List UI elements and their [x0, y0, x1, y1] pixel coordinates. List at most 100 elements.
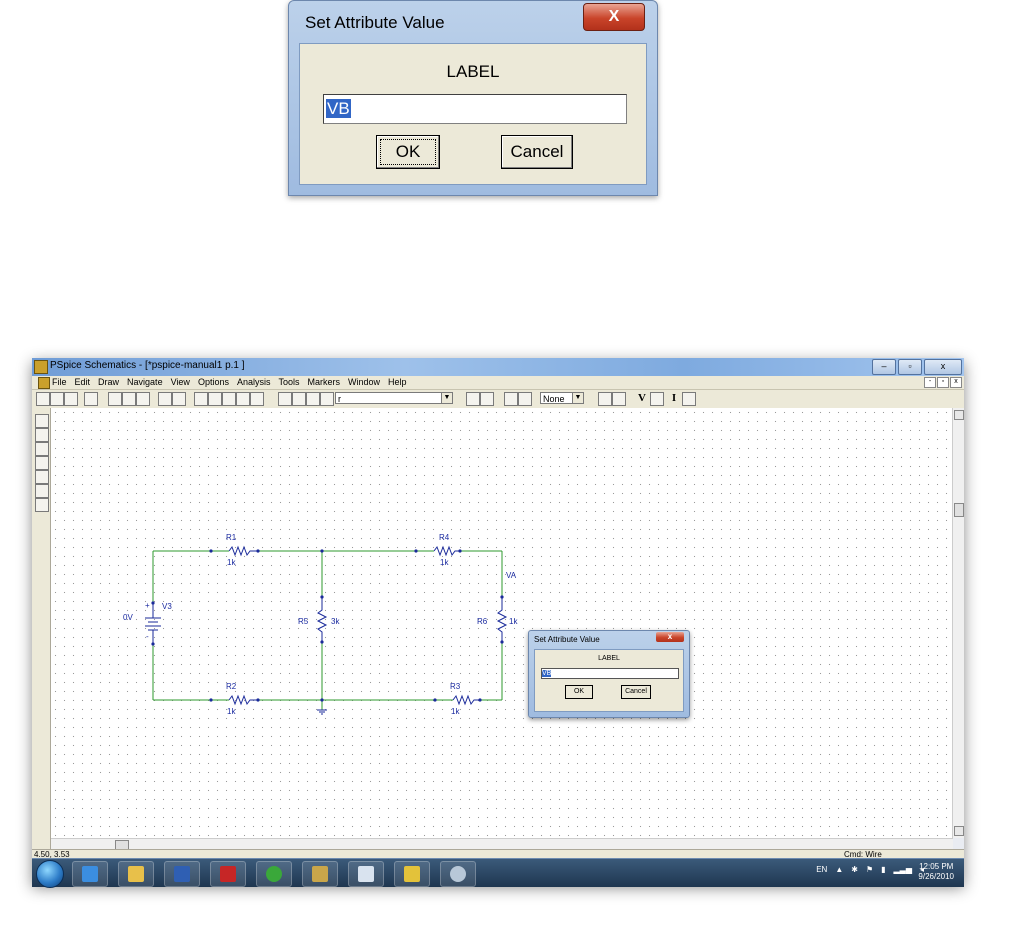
- insert-picture-icon[interactable]: [35, 498, 49, 512]
- taskbar-app-green[interactable]: [256, 861, 292, 887]
- draw-wire-icon[interactable]: [278, 392, 292, 406]
- vertical-scrollbar[interactable]: [952, 408, 964, 838]
- zoom-area-icon[interactable]: [236, 392, 250, 406]
- draw-bus-icon[interactable]: [292, 392, 306, 406]
- simulate-icon[interactable]: [518, 392, 532, 406]
- probe-icon[interactable]: [598, 392, 612, 406]
- polarity-minus: -: [146, 632, 149, 641]
- setup-analysis-icon[interactable]: [504, 392, 518, 406]
- zoom-fit-icon[interactable]: [250, 392, 264, 406]
- small-label-input[interactable]: VB: [541, 668, 679, 679]
- small-ok-button[interactable]: OK: [565, 685, 593, 699]
- marker-option-icon[interactable]: [682, 392, 696, 406]
- menu-window[interactable]: Window: [348, 377, 380, 387]
- draw-arc-icon[interactable]: [35, 456, 49, 470]
- draw-line-icon[interactable]: [35, 414, 49, 428]
- menu-options[interactable]: Options: [198, 377, 229, 387]
- minimize-button[interactable]: –: [872, 359, 896, 375]
- menu-file[interactable]: File: [52, 377, 67, 387]
- network-icon[interactable]: ▮: [881, 865, 885, 874]
- resistor-r3: [452, 694, 480, 706]
- flag-icon[interactable]: ⚑: [866, 865, 873, 874]
- signal-icon[interactable]: ▂▃▅: [894, 865, 912, 874]
- close-button[interactable]: X: [583, 3, 645, 31]
- mdi-close-button[interactable]: x: [950, 377, 962, 388]
- current-marker-button[interactable]: I: [668, 392, 680, 404]
- resistor-r1: [228, 545, 258, 557]
- scroll-up-arrow[interactable]: [954, 410, 964, 420]
- scroll-down-arrow[interactable]: [954, 826, 964, 836]
- dialog-title: Set Attribute Value: [305, 13, 445, 32]
- paste-icon[interactable]: [136, 392, 150, 406]
- draw-box-icon[interactable]: [35, 428, 49, 442]
- cancel-button[interactable]: Cancel: [501, 135, 573, 169]
- probe-window-icon[interactable]: [612, 392, 626, 406]
- zoom-out-icon[interactable]: [222, 392, 236, 406]
- menu-draw[interactable]: Draw: [98, 377, 119, 387]
- clock[interactable]: 12:05 PM 9/26/2010: [918, 862, 954, 882]
- start-button[interactable]: [36, 860, 64, 888]
- small-selected-text: VB: [542, 670, 552, 677]
- value-r1: 1k: [227, 558, 236, 567]
- menu-help[interactable]: Help: [388, 377, 407, 387]
- taskbar-pspice[interactable]: [394, 861, 430, 887]
- set-attribute-dialog: Set Attribute Value x LABEL VB OK Cancel: [528, 630, 690, 718]
- taskbar-acrobat[interactable]: [210, 861, 246, 887]
- none-combo-value: None: [543, 394, 565, 404]
- save-icon[interactable]: [64, 392, 78, 406]
- get-part-icon[interactable]: [320, 392, 334, 406]
- place-text-icon[interactable]: [35, 470, 49, 484]
- new-icon[interactable]: [36, 392, 50, 406]
- taskbar-app-calendar[interactable]: [348, 861, 384, 887]
- zoomed-dialog: Set Attribute Value X LABEL VB OK Cancel: [288, 0, 658, 196]
- taskbar-explorer[interactable]: [118, 861, 154, 887]
- menu-tools[interactable]: Tools: [278, 377, 299, 387]
- ok-button[interactable]: OK: [376, 135, 440, 169]
- taskbar-ie[interactable]: [72, 861, 108, 887]
- label-input[interactable]: VB: [323, 94, 627, 124]
- redo-icon[interactable]: [172, 392, 186, 406]
- mdi-restore-button[interactable]: ▫: [937, 377, 949, 388]
- menu-view[interactable]: View: [171, 377, 190, 387]
- bluetooth-icon[interactable]: ✱: [851, 865, 858, 874]
- label-v3: V3: [162, 602, 172, 611]
- cut-icon[interactable]: [108, 392, 122, 406]
- undo-icon[interactable]: [158, 392, 172, 406]
- edit-attributes-icon[interactable]: [466, 392, 480, 406]
- restore-button[interactable]: ▫: [898, 359, 922, 375]
- tray-arrow-icon[interactable]: ▲: [835, 865, 843, 874]
- small-close-button[interactable]: x: [656, 632, 684, 642]
- drawing-toolbar: [32, 408, 51, 851]
- copy-icon[interactable]: [122, 392, 136, 406]
- open-icon[interactable]: [50, 392, 64, 406]
- vertical-scroll-thumb[interactable]: [954, 503, 964, 517]
- value-r3: 1k: [451, 707, 460, 716]
- draw-block-icon[interactable]: [306, 392, 320, 406]
- mdi-minimize-button[interactable]: -: [924, 377, 936, 388]
- print-icon[interactable]: [84, 392, 98, 406]
- taskbar-paint[interactable]: [440, 861, 476, 887]
- menu-navigate[interactable]: Navigate: [127, 377, 163, 387]
- window-close-button[interactable]: x: [924, 359, 962, 375]
- zoom-in-icon[interactable]: [208, 392, 222, 406]
- text-box-icon[interactable]: [35, 484, 49, 498]
- differential-marker-icon[interactable]: [650, 392, 664, 406]
- doc-icon[interactable]: [38, 377, 50, 389]
- menu-analysis[interactable]: Analysis: [237, 377, 271, 387]
- taskbar-app-folder[interactable]: [302, 861, 338, 887]
- part-combo[interactable]: r ▼: [335, 392, 453, 404]
- edit-symbol-icon[interactable]: [480, 392, 494, 406]
- redraw-icon[interactable]: [194, 392, 208, 406]
- label-r6: R6: [477, 617, 488, 626]
- menu-markers[interactable]: Markers: [308, 377, 341, 387]
- none-combo[interactable]: None ▼: [540, 392, 584, 404]
- small-cancel-button[interactable]: Cancel: [621, 685, 651, 699]
- language-indicator[interactable]: EN: [816, 865, 827, 874]
- resistor-r4: [433, 545, 460, 557]
- menu-edit[interactable]: Edit: [75, 377, 91, 387]
- small-dialog-title: Set Attribute Value: [534, 635, 600, 644]
- selected-text: VB: [326, 99, 351, 118]
- voltage-marker-button[interactable]: V: [636, 392, 648, 404]
- draw-circle-icon[interactable]: [35, 442, 49, 456]
- taskbar-word[interactable]: [164, 861, 200, 887]
